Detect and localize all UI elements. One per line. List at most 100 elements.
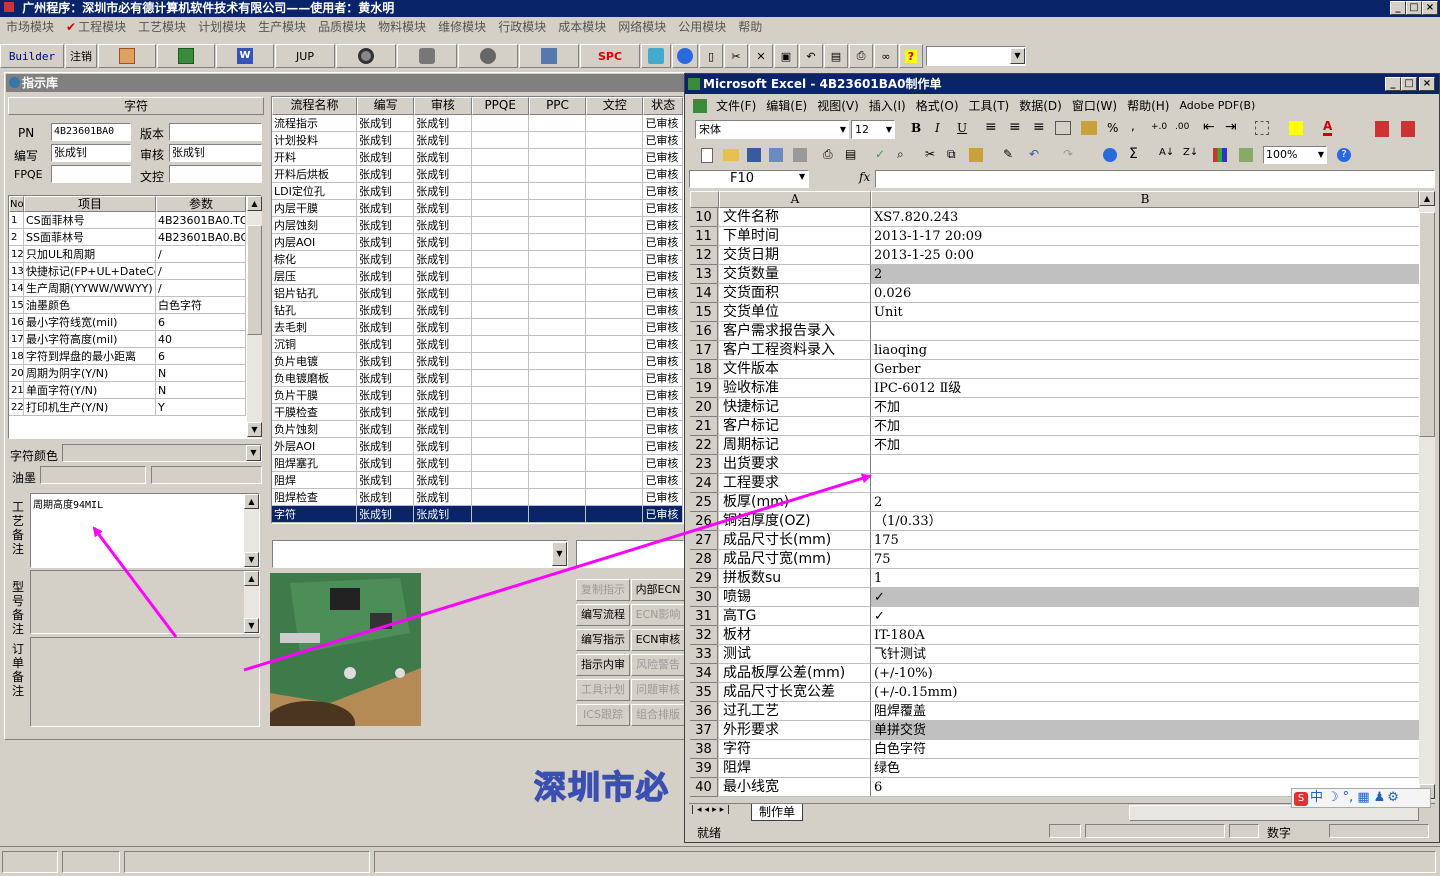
menu-engineering[interactable]: ✔ 工程模块	[60, 17, 132, 37]
flow-row[interactable]: 内层AOI 张成钊 张成钊 已审核	[272, 234, 683, 251]
help-button[interactable]: ?	[899, 44, 923, 68]
cell-b[interactable]: IT-180A	[871, 626, 1419, 645]
cell-b[interactable]: 2013-1-17 20:09	[871, 227, 1419, 246]
flow-row[interactable]: 棕化 张成钊 张成钊 已审核	[272, 251, 683, 268]
cell-b[interactable]: (+/-0.15mm)	[871, 683, 1419, 702]
param-row[interactable]: 13 快捷标记(FP+UL+DateCo /	[9, 263, 261, 280]
drawing-icon[interactable]	[1239, 148, 1253, 162]
row-number[interactable]: 14	[690, 284, 718, 303]
ie-button[interactable]	[672, 44, 698, 68]
cell-b[interactable]: 1	[871, 569, 1419, 588]
maximize-button[interactable]: □	[1406, 1, 1422, 15]
open-folder-icon[interactable]	[723, 149, 739, 161]
row-number[interactable]: 28	[690, 550, 718, 569]
ime-settings-icon[interactable]: ⚙	[1385, 790, 1399, 805]
paste-icon[interactable]	[969, 148, 983, 162]
cell-a[interactable]: 板材	[719, 626, 871, 645]
cell-b[interactable]: 175	[871, 531, 1419, 550]
param-value[interactable]: Y	[156, 399, 246, 416]
column-header-b[interactable]: B	[871, 191, 1419, 208]
sort-desc-icon[interactable]: Z↓	[1183, 147, 1198, 158]
builder-button[interactable]: Builder	[0, 44, 64, 68]
flow-row[interactable]: 沉铜 张成钊 张成钊 已审核	[272, 336, 683, 353]
hyperlink-icon[interactable]	[1103, 148, 1117, 162]
flow-combo-2[interactable]	[576, 540, 684, 568]
pn-field[interactable]: 4B23601BA0	[51, 123, 131, 141]
flow-row[interactable]: 开料 张成钊 张成钊 已审核	[272, 149, 683, 166]
print-preview-icon[interactable]: ▤	[845, 147, 856, 161]
param-row[interactable]: 16 最小字符线宽(mil) 6	[9, 314, 261, 331]
cell-b[interactable]	[871, 322, 1419, 341]
chart-wizard-icon[interactable]	[1213, 148, 1227, 162]
word-button[interactable]: W	[216, 44, 274, 68]
param-value[interactable]: /	[156, 280, 246, 297]
ink-field-2[interactable]	[151, 466, 262, 484]
flow-row[interactable]: 阻焊 张成钊 张成钊 已审核	[272, 472, 683, 489]
param-row[interactable]: 2 SS面菲林号 4B23601BA0.BO	[9, 229, 261, 246]
cell-b[interactable]	[871, 455, 1419, 474]
scroll-thumb[interactable]	[1419, 212, 1435, 437]
italic-button[interactable]: I	[935, 121, 940, 135]
cell-b[interactable]: 75	[871, 550, 1419, 569]
param-value[interactable]: 4B23601BA0.TO	[156, 212, 246, 229]
flow-row[interactable]: 负片干膜 张成钊 张成钊 已审核	[272, 387, 683, 404]
param-value[interactable]: 6	[156, 314, 246, 331]
cell-a[interactable]: 交货单位	[719, 303, 871, 322]
row-number[interactable]: 11	[690, 227, 718, 246]
logout-button[interactable]: 注销	[65, 44, 97, 68]
cell-a[interactable]: 工程要求	[719, 474, 871, 493]
new-doc-icon[interactable]	[701, 148, 713, 163]
param-row[interactable]: 20 周期为阴字(Y/N) N	[9, 365, 261, 382]
save-button[interactable]: ▣	[774, 44, 798, 68]
flow-row[interactable]: 去毛刺 张成钊 张成钊 已审核	[272, 319, 683, 336]
char-color-select[interactable]: ▼	[62, 444, 262, 462]
action-button[interactable]: 复制指示	[576, 579, 630, 601]
save-disk-icon[interactable]	[747, 148, 761, 162]
align-left-icon[interactable]: ≡	[985, 119, 997, 135]
zoom-select[interactable]: 100% ▼	[1263, 146, 1327, 164]
cell-a[interactable]: 测试	[719, 645, 871, 664]
flow-row[interactable]: 负片蚀刻 张成钊 张成钊 已审核	[272, 421, 683, 438]
action-button[interactable]: 组合排版	[631, 704, 685, 726]
cell-b[interactable]: 2	[871, 265, 1419, 284]
row-number[interactable]: 18	[690, 360, 718, 379]
delete-button[interactable]: ✕	[749, 44, 773, 68]
flow-row[interactable]: 流程指示 张成钊 张成钊 已审核	[272, 115, 683, 132]
row-number[interactable]: 20	[690, 398, 718, 417]
param-value[interactable]: 6	[156, 348, 246, 365]
menu-market[interactable]: 市场模块	[0, 17, 60, 37]
row-number[interactable]: 31	[690, 607, 718, 626]
flow-row[interactable]: 层压 张成钊 张成钊 已审核	[272, 268, 683, 285]
action-button[interactable]: 风险警告	[631, 654, 685, 676]
research-icon[interactable]: ⌕	[897, 147, 904, 162]
excel-menu-file[interactable]: 文件(F)	[711, 96, 761, 116]
view-button[interactable]	[336, 44, 396, 68]
tools-button[interactable]	[458, 44, 518, 68]
action-button[interactable]: 指示内审	[576, 654, 630, 676]
action-button[interactable]: 编写指示	[576, 629, 630, 651]
process-note-scrollbar[interactable]: ▲ ▼	[244, 494, 259, 567]
excel-menu-format[interactable]: 格式(O)	[911, 96, 964, 116]
scroll-thumb[interactable]	[247, 225, 262, 335]
undo-icon[interactable]: ↶	[1029, 147, 1039, 161]
editor-field[interactable]: 张成钊	[51, 144, 131, 162]
action-button[interactable]: 编写流程	[576, 604, 630, 626]
param-value[interactable]: /	[156, 263, 246, 280]
cell-b[interactable]: 不加	[871, 436, 1419, 455]
spc-button[interactable]: SPC	[580, 44, 640, 68]
cell-a[interactable]: 交货面积	[719, 284, 871, 303]
reviewer-field[interactable]: 张成钊	[169, 144, 262, 162]
params-scrollbar[interactable]: ▲ ▼	[247, 196, 262, 438]
row-number[interactable]: 25	[690, 493, 718, 512]
powerpoint-button[interactable]	[98, 44, 156, 68]
row-number[interactable]: 15	[690, 303, 718, 322]
bold-button[interactable]: B	[911, 121, 921, 135]
excel-menu-insert[interactable]: 插入(I)	[864, 96, 911, 116]
cell-b[interactable]: 飞针测试	[871, 645, 1419, 664]
chevron-down-icon[interactable]: ▼	[799, 172, 805, 181]
database-button[interactable]	[397, 44, 457, 68]
row-number[interactable]: 29	[690, 569, 718, 588]
menu-network[interactable]: 网络模块	[612, 17, 672, 37]
jup-button[interactable]: JUP	[275, 44, 335, 68]
flow-row[interactable]: 负电镀磨板 张成钊 张成钊 已审核	[272, 370, 683, 387]
